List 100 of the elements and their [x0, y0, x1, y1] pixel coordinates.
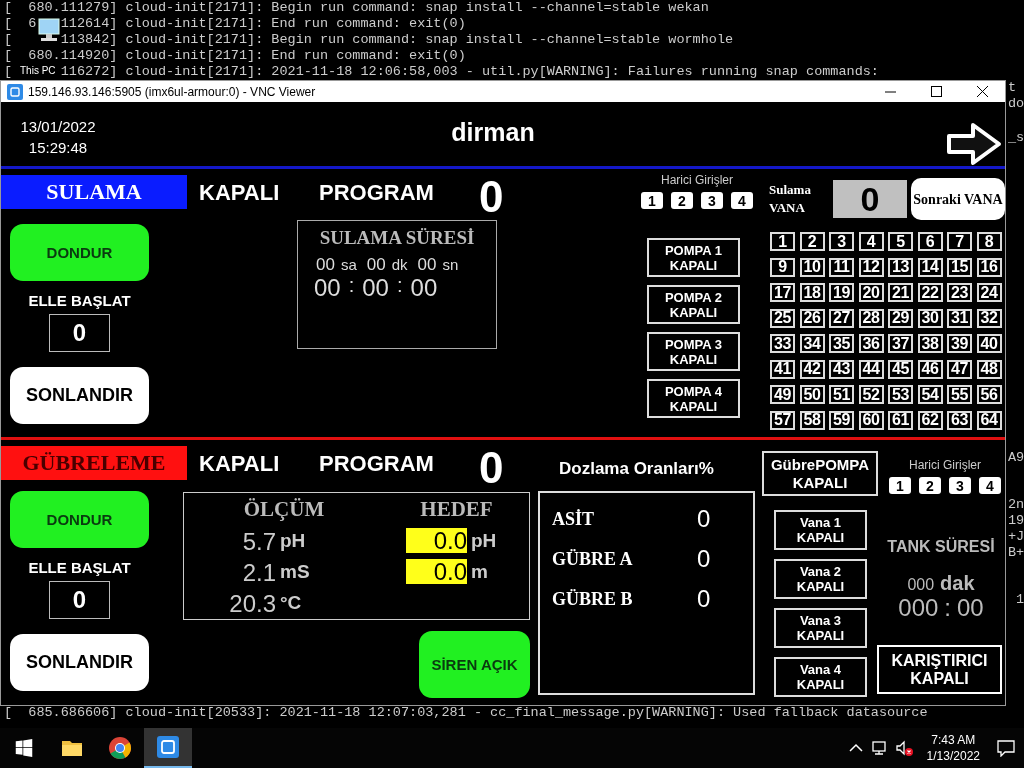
status-button[interactable]: KARIŞTIRICI KAPALI	[877, 645, 1002, 694]
valve-button[interactable]: 61	[888, 410, 913, 430]
tank-time-value: 000	[907, 576, 935, 594]
valve-button[interactable]: 51	[829, 385, 854, 404]
valve-button[interactable]: 3	[829, 232, 854, 251]
separator: :	[944, 595, 951, 621]
siren-button[interactable]: SİREN AÇIK	[419, 631, 530, 698]
status-button[interactable]: Vana 2 KAPALI	[774, 559, 867, 599]
status-button[interactable]: POMPA 3 KAPALI	[647, 332, 740, 371]
status-button[interactable]: Vana 1 KAPALI	[774, 510, 867, 550]
valve-button[interactable]: 2	[799, 232, 825, 251]
valve-button[interactable]: 21	[888, 283, 913, 302]
valve-button[interactable]: 25	[770, 308, 795, 328]
status-button[interactable]: GübrePOMPA KAPALI	[762, 451, 878, 496]
tank-time-unit: dak	[940, 572, 975, 595]
valve-button[interactable]: 42	[799, 359, 825, 379]
valve-button[interactable]: 26	[799, 308, 825, 328]
valve-button[interactable]: 35	[829, 334, 854, 353]
valve-button[interactable]: 19	[829, 283, 854, 302]
valve-button[interactable]: 47	[947, 359, 972, 379]
desktop-icon-label[interactable]: This PC	[20, 64, 56, 78]
measured-unit: °C	[280, 592, 302, 614]
target-field[interactable]: 0.0	[406, 559, 467, 584]
end-button[interactable]: SONLANDIR	[10, 367, 149, 424]
status-button[interactable]: Vana 3 KAPALI	[774, 608, 867, 648]
valve-button[interactable]: 60	[858, 410, 884, 430]
duration-value: 00	[417, 255, 437, 275]
valve-button[interactable]: 56	[976, 385, 1002, 404]
valve-button[interactable]: 34	[799, 334, 825, 353]
valve-button[interactable]: 37	[888, 334, 913, 353]
clock-time: 7:43 AM	[931, 732, 976, 748]
next-valve-button[interactable]: Sonraki VANA	[911, 178, 1005, 220]
end-button[interactable]: SONLANDIR	[10, 634, 149, 691]
terminal-text: [	[4, 32, 14, 48]
valve-button[interactable]: 52	[858, 385, 884, 404]
valve-button[interactable]: 6	[917, 232, 943, 251]
valve-button[interactable]: 11	[829, 257, 854, 277]
terminal-line: [ 680.114920] cloud-init[2171]: End run command: exit(0)	[4, 48, 466, 64]
valve-button[interactable]: 17	[770, 283, 795, 302]
valve-button[interactable]: 1	[770, 232, 795, 251]
valve-button[interactable]: 28	[858, 308, 884, 328]
valve-button[interactable]: 32	[976, 308, 1002, 328]
duration-value: 00	[316, 255, 335, 275]
terminal-text: 2n	[1008, 497, 1024, 513]
valve-button[interactable]: 23	[947, 283, 972, 302]
valve-button[interactable]: 46	[917, 359, 943, 379]
valve-button[interactable]: 57	[770, 410, 795, 430]
valve-button[interactable]: 29	[888, 308, 913, 328]
valve-button[interactable]: 63	[947, 410, 972, 430]
valve-button[interactable]: 40	[976, 334, 1002, 353]
terminal-text: 116272] cloud-init[2171]: 2021-11-18 12:06:58,003 - util.py[WARNING]: Failures running snap commands:	[60, 64, 879, 80]
valve-button[interactable]: 13	[888, 257, 913, 277]
valve-button[interactable]: 10	[799, 257, 825, 277]
valve-button[interactable]: 22	[917, 283, 943, 302]
status-button[interactable]: POMPA 4 KAPALI	[647, 379, 740, 418]
valve-button[interactable]: 59	[829, 410, 854, 430]
status-button[interactable]: Vana 4 KAPALI	[774, 657, 867, 697]
valve-button[interactable]: 15	[947, 257, 972, 277]
valve-button[interactable]: 12	[858, 257, 884, 277]
valve-button[interactable]: 53	[888, 385, 913, 404]
freeze-button[interactable]: DONDUR	[10, 491, 149, 548]
valve-button[interactable]: 9	[770, 257, 795, 277]
measured-value: 5.7	[241, 528, 276, 556]
valve-button[interactable]: 50	[799, 385, 825, 404]
valve-button[interactable]: 16	[976, 257, 1002, 277]
valve-button[interactable]: 7	[947, 232, 972, 251]
valve-button[interactable]: 41	[770, 359, 795, 379]
valve-button[interactable]: 43	[829, 359, 854, 379]
status-button[interactable]: POMPA 2 KAPALI	[647, 285, 740, 324]
valve-button[interactable]: 24	[976, 283, 1002, 302]
valve-button[interactable]: 58	[799, 410, 825, 430]
freeze-button[interactable]: DONDUR	[10, 224, 149, 281]
valve-button[interactable]: 8	[976, 232, 1002, 251]
status-button[interactable]: POMPA 1 KAPALI	[647, 238, 740, 277]
valve-button[interactable]: 18	[799, 283, 825, 302]
valve-button[interactable]: 39	[947, 334, 972, 353]
valve-button[interactable]: 48	[976, 359, 1002, 379]
valve-button[interactable]: 5	[888, 232, 913, 251]
valve-button[interactable]: 20	[858, 283, 884, 302]
measured-value: 2.1	[241, 559, 276, 587]
valve-button[interactable]: 49	[770, 385, 795, 404]
valve-button[interactable]: 4	[858, 232, 884, 251]
valve-button[interactable]: 45	[888, 359, 913, 379]
valve-button[interactable]: 55	[947, 385, 972, 404]
valve-button[interactable]: 44	[858, 359, 884, 379]
valve-button[interactable]: 31	[947, 308, 972, 328]
target-field[interactable]: 0.0	[406, 528, 467, 553]
valve-button[interactable]: 36	[858, 334, 884, 353]
valve-button[interactable]: 38	[917, 334, 943, 353]
valve-button[interactable]: 62	[917, 410, 943, 430]
terminal-text: A9	[1008, 450, 1024, 466]
valve-button[interactable]: 14	[917, 257, 943, 277]
manual-start-field[interactable]: 0	[49, 314, 110, 352]
valve-button[interactable]: 27	[829, 308, 854, 328]
valve-button[interactable]: 54	[917, 385, 943, 404]
valve-button[interactable]: 33	[770, 334, 795, 353]
section-banner: GÜBRELEME	[1, 446, 187, 480]
valve-button[interactable]: 30	[917, 308, 943, 328]
manual-start-field[interactable]: 0	[49, 581, 110, 619]
valve-button[interactable]: 64	[976, 410, 1002, 430]
